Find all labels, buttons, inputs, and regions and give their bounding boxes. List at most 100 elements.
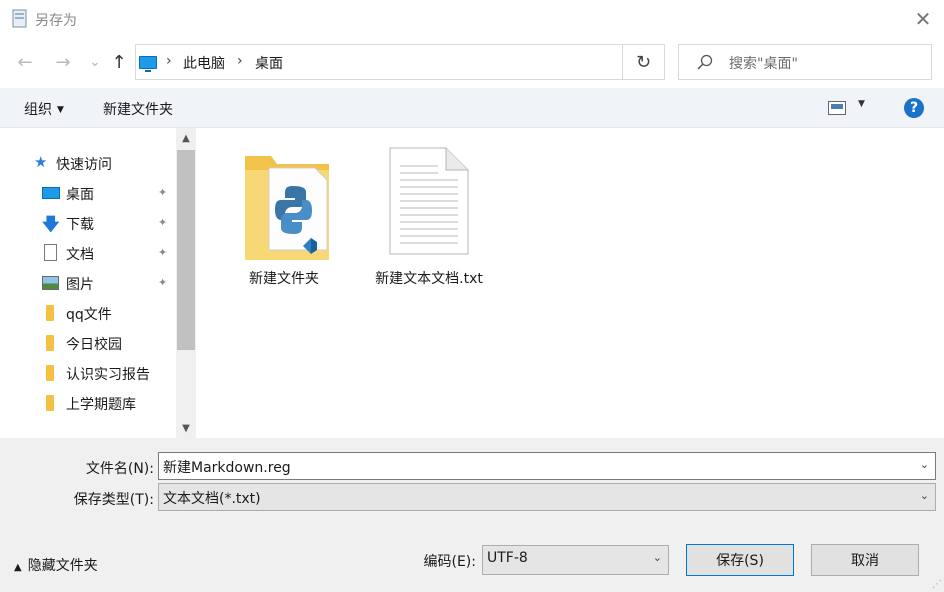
scroll-down-button[interactable]: ▼ <box>176 418 196 438</box>
encoding-select[interactable]: UTF-8 ⌄ <box>482 545 669 575</box>
sidebar-item-label: 图片 <box>66 277 94 293</box>
sidebar-item-quick-access[interactable]: ★ 快速访问 <box>0 148 176 178</box>
sidebar-item-documents[interactable]: 文档 ✦ <box>0 238 176 268</box>
sidebar-scrollbar[interactable]: ▲ ▼ <box>176 128 196 438</box>
scroll-thumb[interactable] <box>177 150 195 350</box>
sidebar-item-label: 今日校园 <box>66 337 122 353</box>
save-options-panel: 文件名(N): 新建Markdown.reg ⌄ 保存类型(T): 文本文档(*… <box>0 438 944 592</box>
download-icon: 🡇 <box>42 215 60 235</box>
folder-python-vscode-icon <box>245 156 329 260</box>
scroll-up-icon: ▲ <box>182 132 190 144</box>
filename-value: 新建Markdown.reg <box>163 460 291 476</box>
sidebar-item-downloads[interactable]: 🡇 下载 ✦ <box>0 208 176 238</box>
document-icon <box>44 244 57 261</box>
forward-button[interactable]: → <box>50 49 76 75</box>
back-button[interactable]: ← <box>12 49 38 75</box>
refresh-icon: ↻ <box>635 51 652 73</box>
pin-icon: ✦ <box>158 216 168 229</box>
recent-locations-button[interactable]: ⌄ <box>82 49 108 75</box>
file-name: 新建文件夹 <box>249 271 319 287</box>
save-dialog-icon <box>12 9 27 28</box>
breadcrumb-separator[interactable]: › <box>166 53 172 69</box>
folder-icon <box>46 305 54 321</box>
file-item-new-text-document[interactable]: 新建文本文档.txt <box>364 136 494 287</box>
resize-grip-icon[interactable]: ⋰ <box>932 579 942 590</box>
view-mode-icon[interactable] <box>828 101 846 115</box>
encoding-label: 编码(E): <box>423 554 477 570</box>
text-file-icon <box>389 147 469 255</box>
folder-icon <box>46 365 54 381</box>
sidebar-item-internship-report[interactable]: 认识实习报告 <box>0 358 176 388</box>
filename-label: 文件名(N): <box>85 461 154 477</box>
sidebar-item-campus-today[interactable]: 今日校园 <box>0 328 176 358</box>
hide-folders-label: 隐藏文件夹 <box>27 558 98 574</box>
back-arrow-icon: ← <box>17 51 33 73</box>
sidebar-item-desktop[interactable]: 桌面 ✦ <box>0 178 176 208</box>
scroll-up-button[interactable]: ▲ <box>176 128 196 148</box>
organize-label: 组织 <box>24 102 52 118</box>
view-options-caret-icon[interactable]: ▼ <box>858 99 865 109</box>
star-icon: ★ <box>34 153 48 171</box>
title-bar: 另存为 ✕ <box>0 0 944 38</box>
folder-icon <box>46 395 54 411</box>
filetype-value: 文本文档(*.txt) <box>163 491 261 507</box>
sidebar-item-label: 快速访问 <box>56 157 112 173</box>
search-input[interactable]: 搜索"桌面" <box>678 44 932 80</box>
breadcrumb-this-pc[interactable]: 此电脑 <box>183 53 225 73</box>
picture-icon <box>42 276 59 290</box>
breadcrumb-separator[interactable]: › <box>237 53 243 69</box>
save-label: 保存(S) <box>716 553 764 569</box>
window-title: 另存为 <box>35 13 77 29</box>
search-icon <box>697 54 713 70</box>
navigation-bar: ← → ⌄ ↑ › 此电脑 › 桌面 ⌄ ↻ 搜索"桌面" <box>0 38 944 88</box>
encoding-value: UTF-8 <box>487 550 528 566</box>
breadcrumb-desktop[interactable]: 桌面 <box>255 53 283 73</box>
pin-icon: ✦ <box>158 186 168 199</box>
sidebar-item-question-bank[interactable]: 上学期题库 <box>0 388 176 418</box>
sidebar-item-label: 桌面 <box>66 187 94 203</box>
chevron-down-icon[interactable]: ⌄ <box>920 458 929 471</box>
new-folder-button[interactable]: 新建文件夹 <box>103 99 173 119</box>
filetype-label: 保存类型(T): <box>73 492 154 508</box>
sidebar-item-pictures[interactable]: 图片 ✦ <box>0 268 176 298</box>
caret-up-icon: ▲ <box>14 562 22 573</box>
sidebar-item-label: 认识实习报告 <box>66 367 150 383</box>
sidebar-item-label: 下载 <box>66 217 94 233</box>
navigation-pane: ★ 快速访问 桌面 ✦ 🡇 下载 ✦ 文档 ✦ 图片 ✦ qq文件 今日校园 认… <box>0 128 196 438</box>
computer-icon <box>139 56 157 72</box>
command-toolbar: 组织 ▼ 新建文件夹 ▼ <box>0 88 944 128</box>
folder-icon <box>46 335 54 351</box>
desktop-icon <box>42 187 60 199</box>
save-button[interactable]: 保存(S) <box>686 544 794 576</box>
cancel-button[interactable]: 取消 <box>811 544 919 576</box>
sidebar-item-label: qq文件 <box>66 307 112 323</box>
up-arrow-icon: ↑ <box>111 51 127 73</box>
filetype-select[interactable]: 文本文档(*.txt) ⌄ <box>158 483 936 511</box>
chevron-down-icon: ⌄ <box>652 551 662 564</box>
close-icon: ✕ <box>914 7 932 31</box>
sidebar-item-qq-files[interactable]: qq文件 <box>0 298 176 328</box>
scroll-down-icon: ▼ <box>182 422 190 434</box>
file-name: 新建文本文档.txt <box>375 271 483 287</box>
chevron-down-icon: ⌄ <box>89 54 101 70</box>
forward-arrow-icon: → <box>55 51 71 73</box>
caret-down-icon: ▼ <box>57 105 64 115</box>
close-button[interactable]: ✕ <box>906 4 940 34</box>
sidebar-item-label: 上学期题库 <box>66 397 136 413</box>
filename-field[interactable]: 新建Markdown.reg ⌄ <box>158 452 936 480</box>
help-button[interactable]: ? <box>904 98 924 118</box>
help-icon: ? <box>909 100 919 116</box>
up-button[interactable]: ↑ <box>106 49 132 75</box>
file-list: 新建文件夹 新建文本文档.txt <box>196 128 944 438</box>
refresh-button[interactable]: ↻ <box>623 44 665 80</box>
new-folder-label: 新建文件夹 <box>103 102 173 118</box>
search-placeholder: 搜索"桌面" <box>729 56 798 72</box>
file-item-new-folder[interactable]: 新建文件夹 <box>219 136 349 287</box>
organize-button[interactable]: 组织 ▼ <box>24 99 64 119</box>
sidebar-item-label: 文档 <box>66 247 94 263</box>
hide-folders-button[interactable]: ▲ 隐藏文件夹 <box>14 555 98 575</box>
pin-icon: ✦ <box>158 276 168 289</box>
address-bar[interactable]: › 此电脑 › 桌面 ⌄ <box>135 44 745 80</box>
cancel-label: 取消 <box>851 553 879 569</box>
pin-icon: ✦ <box>158 246 168 259</box>
